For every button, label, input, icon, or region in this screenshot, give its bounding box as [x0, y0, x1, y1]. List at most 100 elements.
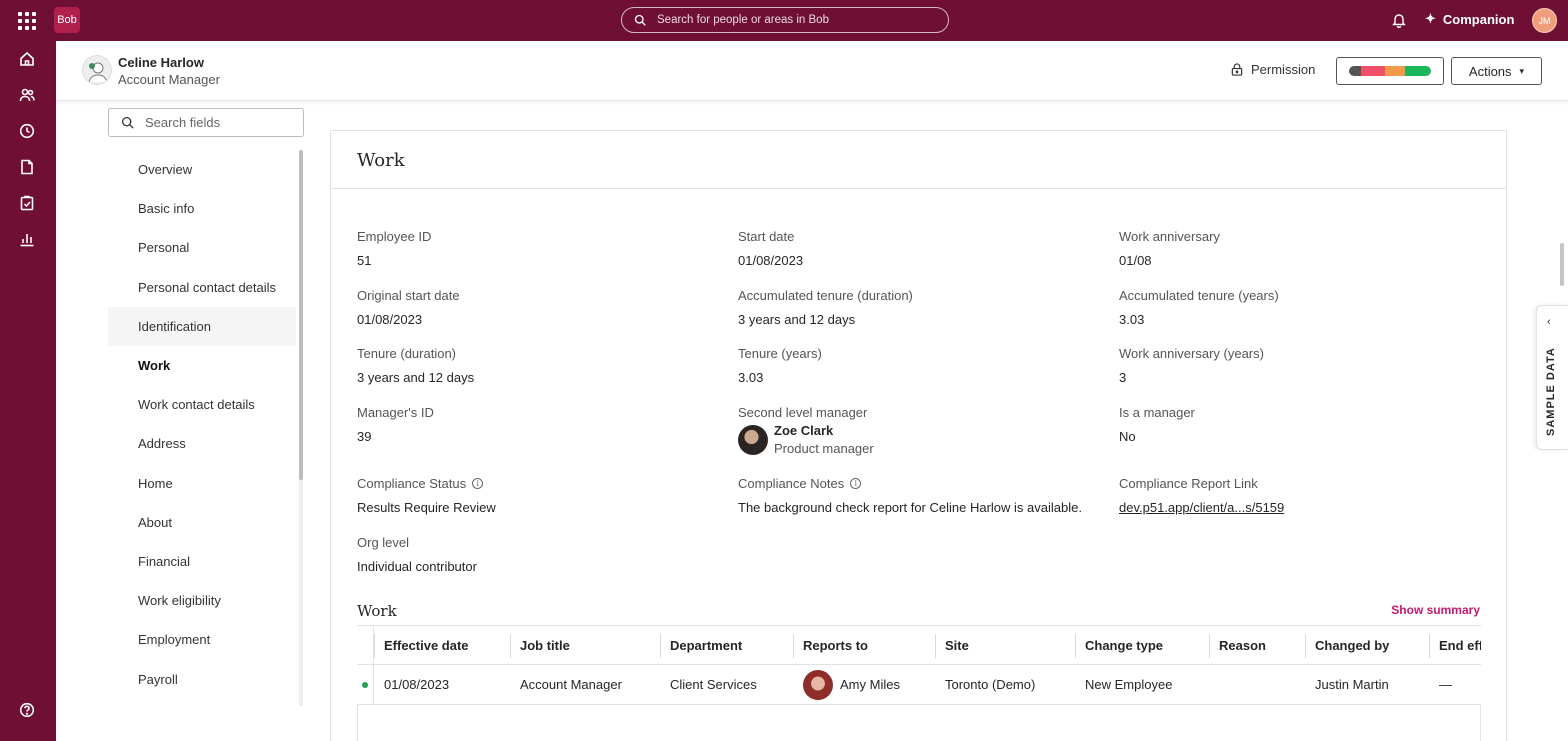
info-icon[interactable]: i [850, 478, 862, 489]
manager-title: Product manager [774, 441, 874, 456]
field-accumulated-tenure-duration: Accumulated tenure (duration) 3 years an… [738, 288, 913, 327]
nav-item-work[interactable]: Work [108, 346, 296, 385]
cell-text: 01/08/2023 [384, 677, 450, 692]
field-label: Compliance Notes i [738, 476, 1082, 491]
table-row[interactable]: 01/08/2023 Account Manager Client Services… [357, 665, 1481, 705]
status-segment [1349, 66, 1361, 76]
cell-text: — [1439, 677, 1452, 692]
manager-name: Zoe Clark [774, 423, 834, 438]
compliance-report-link[interactable]: dev.p51.app/client/a...s/5159 [1119, 500, 1284, 515]
field-label: Original start date [357, 288, 460, 303]
field-value: The background check report for Celine H… [738, 500, 1082, 515]
status-segment [1405, 66, 1431, 76]
companion-button[interactable]: ✦ Companion [1425, 11, 1514, 27]
clipboard-icon[interactable] [19, 195, 37, 213]
nav-item-personal[interactable]: Personal [108, 228, 296, 267]
column-header-reason[interactable]: Reason [1209, 626, 1305, 664]
manager-card[interactable]: Zoe Clark Product manager [738, 423, 874, 456]
people-icon[interactable] [19, 87, 37, 105]
column-header-department[interactable]: Department [660, 626, 793, 664]
chevron-down-icon: ▾ [1519, 65, 1525, 76]
left-rail [0, 41, 56, 741]
status-column-header [357, 626, 374, 664]
cell-end-effective: — [1429, 665, 1481, 704]
sample-data-tab[interactable]: ‹ SAMPLE DATA [1536, 305, 1568, 450]
home-icon[interactable] [19, 51, 37, 69]
section-title: Work [357, 150, 405, 171]
nav-item-address[interactable]: Address [108, 424, 296, 463]
global-search-input[interactable]: Search for people or areas in Bob [621, 7, 949, 33]
sparkle-icon: ✦ [1425, 11, 1436, 26]
analytics-icon[interactable] [19, 231, 37, 249]
apps-grid-icon[interactable] [18, 12, 36, 30]
info-icon[interactable]: i [472, 478, 484, 489]
table-empty-area [357, 705, 1481, 741]
user-avatar[interactable]: JM [1532, 8, 1557, 33]
field-original-start-date: Original start date 01/08/2023 [357, 288, 460, 327]
column-header-changed-by[interactable]: Changed by [1305, 626, 1429, 664]
column-header-change-type[interactable]: Change type [1075, 626, 1209, 664]
column-header-site[interactable]: Site [935, 626, 1075, 664]
field-is-a-manager: Is a manager No [1119, 405, 1195, 444]
page-scroll-thumb[interactable] [1560, 243, 1564, 286]
cell-text: Justin Martin [1315, 677, 1389, 692]
permission-button[interactable]: Permission [1231, 62, 1315, 77]
field-compliance-status: Compliance Status i Results Require Revie… [357, 476, 496, 515]
bob-logo[interactable]: Bob [54, 7, 80, 33]
fields-search-input[interactable]: Search fields [108, 108, 304, 137]
profile-name: Celine Harlow [118, 55, 204, 70]
help-icon[interactable] [19, 702, 37, 720]
cell-effective-date: 01/08/2023 [374, 665, 510, 704]
nav-item-about[interactable]: About [108, 503, 296, 542]
field-compliance-report-link: Compliance Report Link dev.p51.app/clien… [1119, 476, 1284, 515]
field-value: 51 [357, 253, 372, 268]
search-icon [634, 14, 646, 26]
cell-text: New Employee [1085, 677, 1173, 692]
work-section-card: Work Employee ID 51 Start date 01/08/202… [330, 130, 1507, 741]
nav-item-financial[interactable]: Financial [108, 542, 296, 581]
nav-item-overview[interactable]: Overview [108, 150, 296, 189]
cell-change-type: New Employee [1075, 665, 1209, 704]
field-label: Tenure (years) [738, 346, 822, 361]
field-label: Work anniversary [1119, 229, 1220, 244]
document-icon[interactable] [19, 159, 37, 177]
clock-icon[interactable] [19, 123, 37, 141]
global-search-placeholder: Search for people or areas in Bob [657, 14, 829, 26]
actions-button[interactable]: Actions ▾ [1451, 57, 1542, 85]
field-label: Work anniversary (years) [1119, 346, 1264, 361]
table-header-row: Effective date Job title Department Reports… [357, 625, 1481, 665]
current-status-dot [362, 681, 368, 688]
field-value: No [1119, 429, 1136, 444]
column-header-effective-date[interactable]: Effective date [374, 626, 510, 664]
column-header-job-title[interactable]: Job title [510, 626, 660, 664]
cell-text: Toronto (Demo) [945, 677, 1036, 692]
field-value: 01/08/2023 [357, 312, 423, 327]
nav-item-identification[interactable]: Identification [108, 306, 296, 346]
column-header-reports-to[interactable]: Reports to [793, 626, 935, 664]
field-value: 3 years and 12 days [738, 312, 856, 327]
field-value: 3 years and 12 days [357, 370, 475, 385]
section-nav-scroll-thumb[interactable] [299, 150, 303, 480]
nav-item-payroll[interactable]: Payroll [108, 659, 296, 698]
table-body: 01/08/2023 Account Manager Client Services… [357, 665, 1481, 705]
nav-item-work-eligibility[interactable]: Work eligibility [108, 581, 296, 620]
field-label: Compliance Status i [357, 476, 496, 491]
nav-item-home[interactable]: Home [108, 464, 296, 503]
card-header [331, 131, 1506, 189]
profile-header: Celine Harlow Account Manager Permission… [56, 41, 1568, 101]
nav-item-work-contact-details[interactable]: Work contact details [108, 385, 296, 424]
cell-reason [1209, 665, 1305, 704]
field-value: Results Require Review [357, 500, 496, 515]
nav-item-personal-contact-details[interactable]: Personal contact details [108, 268, 296, 307]
field-label: Employee ID [357, 229, 432, 244]
profile-job-title: Account Manager [118, 72, 220, 87]
field-label-text: Compliance Notes [738, 476, 845, 491]
bell-icon[interactable] [1391, 12, 1407, 28]
column-header-end-eff[interactable]: End eff [1429, 626, 1481, 664]
show-summary-link[interactable]: Show summary [1391, 603, 1480, 617]
status-indicator-button[interactable] [1336, 57, 1444, 85]
field-label: Org level [357, 535, 410, 550]
nav-item-employment[interactable]: Employment [108, 620, 296, 659]
nav-item-basic-info[interactable]: Basic info [108, 189, 296, 228]
field-employee-id: Employee ID 51 [357, 229, 431, 268]
